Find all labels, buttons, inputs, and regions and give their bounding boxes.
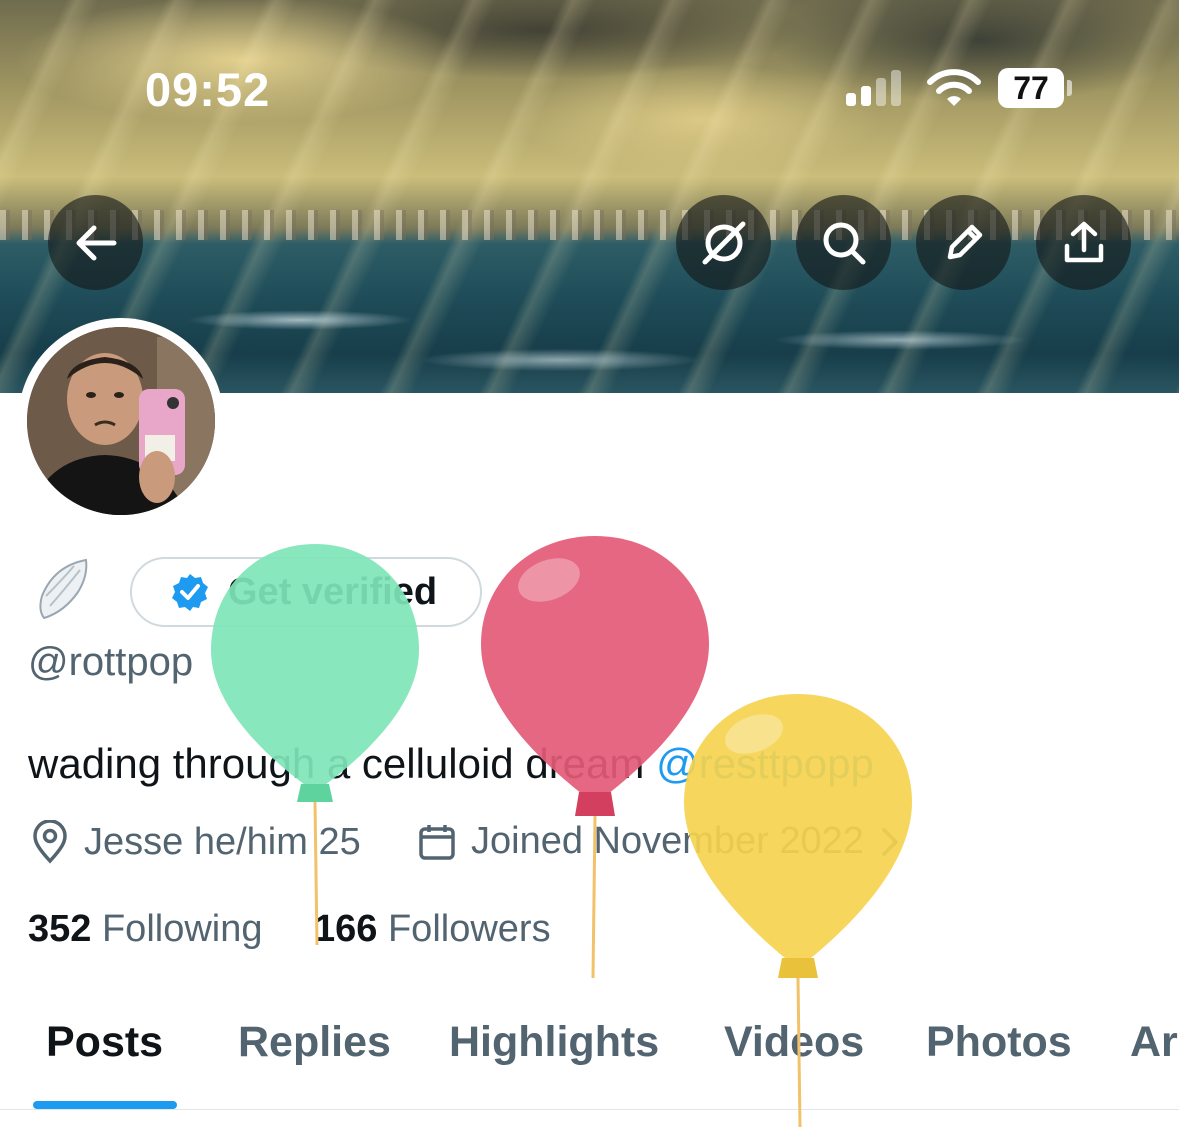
tab-highlights[interactable]: Highlights [449,1018,659,1067]
tabs-divider [0,1109,1179,1110]
balloon-red [481,536,709,979]
battery-indicator: 77 [998,68,1064,108]
tab-posts[interactable]: Posts [46,1018,163,1067]
balloon-yellow [684,694,912,1127]
pencil-icon [947,224,982,259]
status-time: 09:52 [145,63,271,116]
active-tab-indicator [33,1101,177,1109]
battery-tip [1067,80,1072,96]
tab-articles[interactable]: Ar [1130,1018,1178,1067]
profile-avatar[interactable] [18,318,224,524]
avatar-illustration [27,327,215,515]
grok-button[interactable] [676,195,771,290]
tab-replies[interactable]: Replies [238,1018,391,1067]
wifi-icon [927,69,981,106]
share-button[interactable] [1036,195,1131,290]
tab-photos[interactable]: Photos [926,1018,1072,1067]
grok-icon [702,221,745,264]
search-icon [823,222,865,264]
wing-emoji-icon [39,558,88,620]
search-button[interactable] [796,195,891,290]
location-pin-icon [33,820,67,864]
battery-level: 77 [1013,69,1049,106]
avatar-photo [27,327,215,515]
arrow-left-icon [76,225,116,260]
cellular-signal-icon [846,70,906,106]
profile-handle: @rottpop [28,640,194,684]
verified-badge-icon [172,574,208,611]
share-icon [1064,221,1103,262]
balloon-green [211,544,419,946]
edit-button[interactable] [916,195,1011,290]
back-button[interactable] [48,195,143,290]
following-count: 352 [28,908,92,950]
